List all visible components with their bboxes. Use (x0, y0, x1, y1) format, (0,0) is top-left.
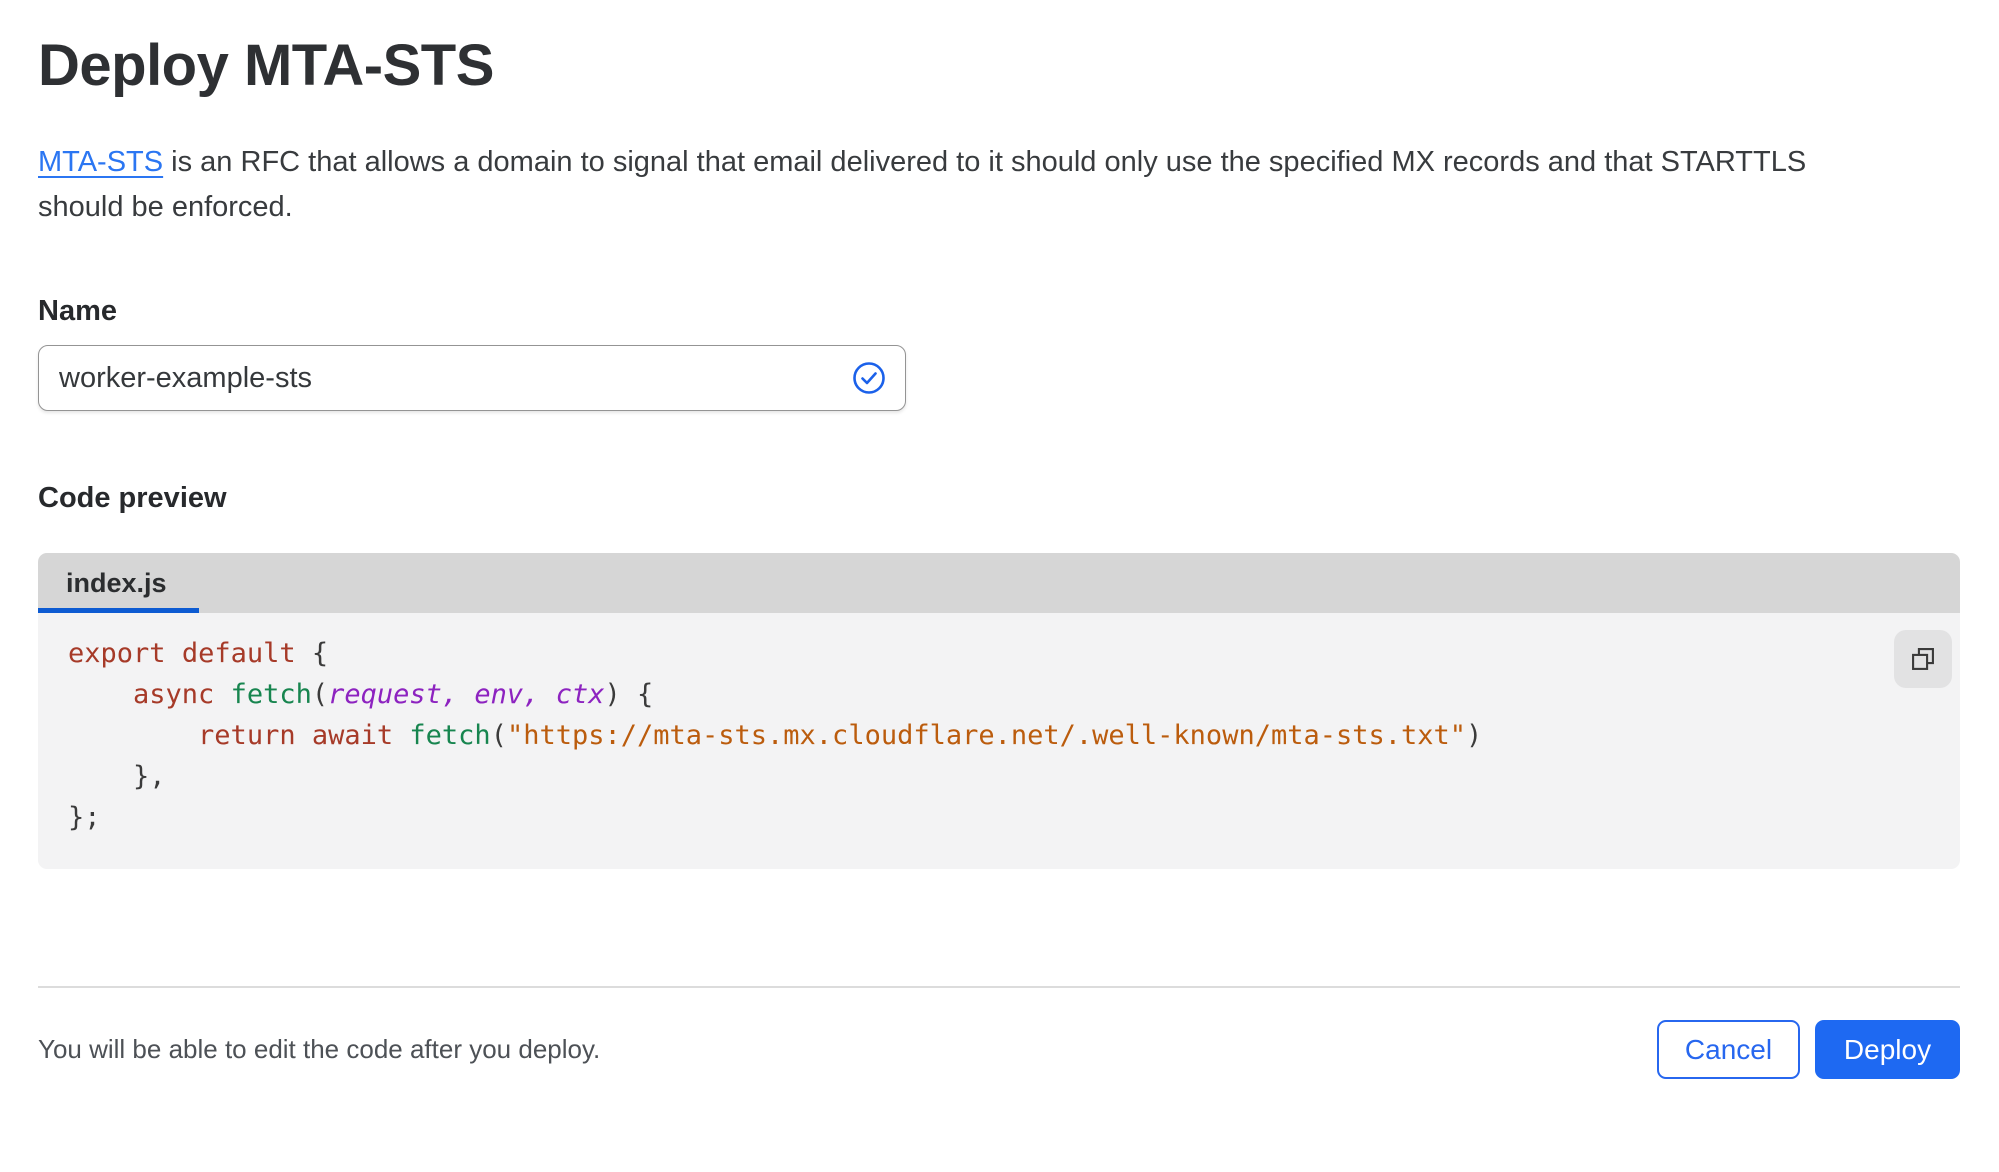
code-preview-label: Code preview (38, 482, 227, 514)
name-label: Name (38, 295, 117, 327)
footer-divider (38, 986, 1960, 988)
intro-text-part1: is an RFC that allows a domain to signal… (163, 146, 1807, 178)
check-circle-icon (853, 362, 885, 394)
cancel-button[interactable]: Cancel (1657, 1020, 1800, 1079)
deploy-button[interactable]: Deploy (1815, 1020, 1960, 1079)
deploy-mta-sts-page: Deploy MTA-STS MTA-STS is an RFC that al… (0, 34, 1999, 1079)
footer-actions: Cancel Deploy (1657, 1020, 1960, 1079)
mta-sts-link[interactable]: MTA-STS (38, 146, 163, 178)
copy-code-button[interactable] (1894, 630, 1952, 688)
code-preview-card: index.js export default { async fetch(re… (38, 553, 1960, 869)
page-title: Deploy MTA-STS (38, 33, 494, 98)
code-block: export default { async fetch(request, en… (38, 613, 1960, 869)
name-input-wrap (38, 345, 906, 411)
name-input[interactable] (38, 345, 906, 411)
code-content: export default { async fetch(request, en… (68, 638, 1483, 833)
footer-note: You will be able to edit the code after … (38, 1034, 601, 1064)
copy-icon (1912, 648, 1934, 670)
footer-row: You will be able to edit the code after … (38, 1020, 1960, 1079)
intro-text-part2: should be enforced. (38, 191, 293, 223)
intro-text: MTA-STS is an RFC that allows a domain t… (38, 140, 1938, 230)
tab-index-js[interactable]: index.js (38, 553, 198, 613)
code-tab-bar: index.js (38, 553, 1960, 613)
